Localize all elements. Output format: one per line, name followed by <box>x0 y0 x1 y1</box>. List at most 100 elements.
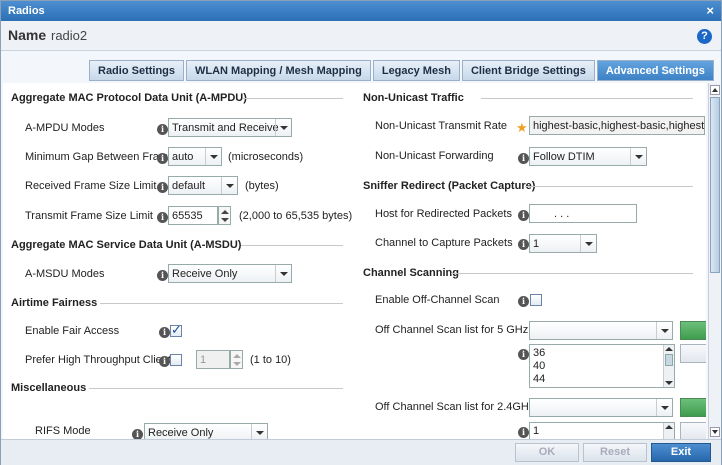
list-item[interactable]: 44 <box>533 373 545 385</box>
scan-list-5ghz-label: Off Channel Scan list for 5 GHz <box>375 324 529 336</box>
section-divider <box>241 245 343 246</box>
info-icon[interactable]: i <box>132 429 143 439</box>
scan-list-24ghz-label: Off Channel Scan list for 2.4GHz <box>375 401 535 413</box>
scroll-down-icon[interactable] <box>710 427 720 437</box>
sniffer-section-title: Sniffer Redirect (Packet Capture) <box>363 180 536 192</box>
list-item[interactable]: 1 <box>533 425 539 437</box>
rifs-mode-value: Receive Only <box>148 427 214 439</box>
add-24ghz-channel-button[interactable] <box>680 398 706 417</box>
section-divider <box>525 186 693 187</box>
non-unicast-forwarding-label: Non-Unicast Forwarding <box>375 150 494 162</box>
remove-5ghz-channel-button[interactable] <box>680 344 706 363</box>
non-unicast-tx-rate-value: highest-basic,highest-basic,highest-bas <box>533 120 705 132</box>
tab-radio-settings[interactable]: Radio Settings <box>89 60 185 81</box>
chevron-down-icon <box>275 119 291 136</box>
panel-scrollbar[interactable] <box>708 83 720 439</box>
section-divider <box>481 98 693 99</box>
info-icon[interactable]: i <box>518 153 529 164</box>
tx-frame-limit-input[interactable]: 65535 <box>168 206 218 225</box>
rx-frame-limit-value: default <box>172 180 206 192</box>
info-icon[interactable]: i <box>518 427 529 438</box>
off-channel-scan-label: Enable Off-Channel Scan <box>375 294 500 306</box>
section-divider <box>100 303 343 304</box>
chevron-down-icon <box>251 424 267 439</box>
chevron-down-icon <box>221 177 237 194</box>
remove-24ghz-channel-button[interactable] <box>680 422 706 439</box>
off-channel-scan-checkbox[interactable] <box>530 294 542 306</box>
listbox-scrollbar[interactable] <box>663 423 674 439</box>
tab-legacy-mesh[interactable]: Legacy Mesh <box>372 60 460 81</box>
scan-list-24ghz-listbox[interactable]: 1 <box>529 422 675 439</box>
chevron-down-icon <box>205 148 221 165</box>
help-icon[interactable]: ? <box>697 29 712 44</box>
info-icon[interactable]: i <box>518 210 529 221</box>
dialog-footer: OK Reset Exit <box>1 439 721 465</box>
non-unicast-tx-rate-input[interactable]: highest-basic,highest-basic,highest-bas <box>529 116 705 135</box>
amsdu-modes-select[interactable]: Receive Only <box>168 264 292 283</box>
host-redirect-input[interactable]: . . . <box>529 204 637 223</box>
prefer-high-throughput-input[interactable]: 1 <box>196 350 230 369</box>
add-5ghz-channel-button[interactable] <box>680 321 706 340</box>
info-icon[interactable]: i <box>157 270 168 281</box>
ampdu-modes-label: A-MPDU Modes <box>25 122 105 134</box>
section-divider <box>89 388 343 389</box>
info-icon[interactable]: i <box>157 153 168 164</box>
airtime-section-title: Airtime Fairness <box>11 297 98 309</box>
info-icon[interactable]: i <box>159 356 170 367</box>
tx-frame-limit-stepper[interactable] <box>218 206 231 225</box>
info-icon[interactable]: i <box>518 296 529 307</box>
scan-list-24ghz-select[interactable] <box>529 398 673 417</box>
list-item[interactable]: 40 <box>533 360 545 372</box>
chevron-down-icon <box>275 265 291 282</box>
amsdu-modes-label: A-MSDU Modes <box>25 268 105 280</box>
non-unicast-forwarding-value: Follow DTIM <box>533 151 595 163</box>
tx-frame-limit-label: Transmit Frame Size Limit <box>25 210 153 222</box>
chevron-down-icon <box>630 148 646 165</box>
rx-frame-limit-unit: (bytes) <box>245 180 279 192</box>
ok-button[interactable]: OK <box>515 443 579 462</box>
info-icon[interactable]: i <box>157 124 168 135</box>
section-divider <box>243 98 343 99</box>
capture-channel-select[interactable]: 1 <box>529 234 597 253</box>
list-item[interactable]: 36 <box>533 347 545 359</box>
radios-dialog: Radios × Name radio2 ? Radio Settings WL… <box>0 0 722 465</box>
listbox-scrollbar[interactable] <box>663 345 674 387</box>
scan-list-5ghz-select[interactable] <box>529 321 673 340</box>
host-redirect-value: . . . <box>554 208 570 220</box>
prefer-high-throughput-stepper[interactable] <box>230 350 243 369</box>
close-icon[interactable]: × <box>706 3 714 18</box>
ampdu-modes-select[interactable]: Transmit and Receive <box>168 118 292 137</box>
chevron-down-icon <box>656 322 672 339</box>
tx-frame-limit-unit: (2,000 to 65,535 bytes) <box>239 210 353 222</box>
info-icon[interactable]: i <box>157 182 168 193</box>
capture-channel-value: 1 <box>533 238 540 250</box>
scanning-section-title: Channel Scanning <box>363 267 459 279</box>
scrollbar-thumb[interactable] <box>710 97 720 273</box>
exit-button[interactable]: Exit <box>651 443 711 462</box>
info-icon[interactable]: i <box>518 239 529 250</box>
info-icon[interactable]: i <box>157 212 168 223</box>
chevron-down-icon <box>656 399 672 416</box>
fair-access-checkbox[interactable] <box>170 322 182 338</box>
tab-wlan-mesh-mapping[interactable]: WLAN Mapping / Mesh Mapping <box>186 60 371 81</box>
non-unicast-forwarding-select[interactable]: Follow DTIM <box>529 147 647 166</box>
non-unicast-section-title: Non-Unicast Traffic <box>363 92 464 104</box>
prefer-high-throughput-range: (1 to 10) <box>250 354 291 366</box>
scan-list-5ghz-listbox[interactable]: 36 40 44 <box>529 344 675 388</box>
fair-access-label: Enable Fair Access <box>25 325 120 337</box>
min-gap-select[interactable]: auto <box>168 147 222 166</box>
prefer-high-throughput-value: 1 <box>200 354 207 366</box>
reset-button[interactable]: Reset <box>583 443 647 462</box>
rx-frame-limit-select[interactable]: default <box>168 176 238 195</box>
rifs-mode-select[interactable]: Receive Only <box>144 423 268 439</box>
info-icon[interactable]: i <box>159 327 170 338</box>
prefer-high-throughput-checkbox[interactable] <box>170 354 182 366</box>
prefer-high-throughput-label: Prefer High Throughput Clients <box>25 354 177 366</box>
info-icon[interactable]: i <box>518 349 529 360</box>
rx-frame-limit-label: Received Frame Size Limit <box>25 180 157 192</box>
scroll-up-icon[interactable] <box>710 85 720 95</box>
tab-advanced-settings[interactable]: Advanced Settings <box>596 60 714 81</box>
section-divider <box>451 273 693 274</box>
capture-channel-label: Channel to Capture Packets <box>375 237 513 249</box>
tab-client-bridge-settings[interactable]: Client Bridge Settings <box>461 60 595 81</box>
